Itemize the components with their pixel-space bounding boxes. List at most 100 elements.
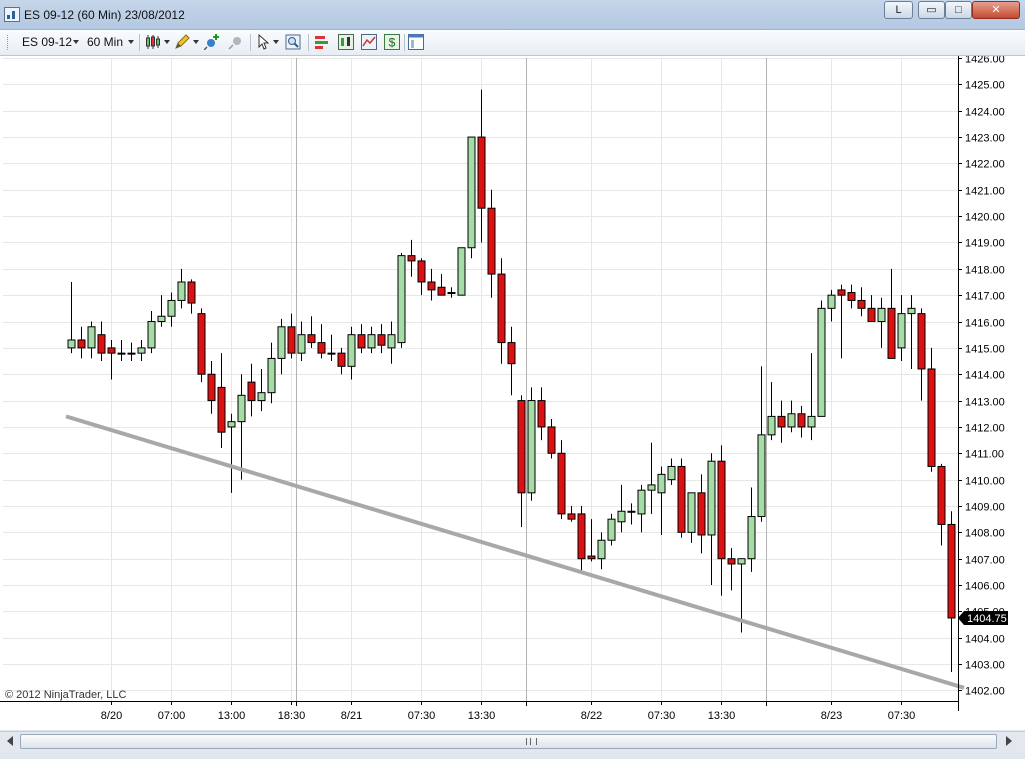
candle-body (387, 334, 396, 349)
close-button[interactable]: ✕ (972, 1, 1020, 19)
candle-body (557, 452, 566, 515)
y-tick-label: 1417.00 (965, 291, 1005, 303)
candle-body (277, 326, 286, 359)
candle-body (137, 347, 146, 354)
candle-body (307, 334, 316, 344)
candle-body (347, 334, 356, 367)
candle-body (317, 342, 326, 354)
candle-body (597, 539, 606, 560)
candle-body (217, 386, 226, 433)
chevron-down-icon[interactable] (164, 40, 170, 44)
candle-body (797, 413, 806, 428)
candle-body (777, 415, 786, 428)
y-tick-label: 1406.00 (965, 581, 1005, 593)
x-tick-label: 07:00 (158, 710, 186, 722)
scroll-right-arrow-icon[interactable] (1006, 736, 1012, 746)
candle-body (887, 307, 896, 359)
zoom-icon[interactable] (285, 34, 301, 50)
time-axis: 8/20 07:00 13:00 18:30 8/21 07:30 13:30 8/22 07:… (0, 701, 958, 722)
toolbar-separator (308, 34, 309, 51)
properties-icon[interactable] (408, 34, 424, 50)
y-tick-label: 1419.00 (965, 238, 1005, 250)
minimize-button[interactable]: ▭ (918, 1, 945, 19)
candle-body (847, 292, 856, 301)
cursor-icon[interactable] (256, 34, 272, 50)
x-tick-label: 07:30 (408, 710, 436, 722)
candlestick-icon[interactable] (145, 34, 161, 50)
strategy-icon[interactable] (314, 34, 330, 50)
horizontal-scrollbar[interactable] (0, 731, 1025, 752)
chart-toolbar: ES 09-12 60 Min $ (0, 30, 1025, 56)
maximize-button[interactable]: □ (945, 1, 972, 19)
candle-body (357, 334, 366, 349)
candle-body (367, 334, 376, 349)
trend-line (65, 414, 965, 690)
chevron-down-icon[interactable] (273, 40, 279, 44)
x-tick-label: 13:00 (218, 710, 246, 722)
pin-icon[interactable] (228, 34, 244, 50)
candle-body (687, 492, 696, 533)
pin-plus-icon[interactable] (204, 34, 220, 50)
candle-body (467, 136, 476, 249)
candle-body (587, 555, 596, 560)
candle-body (297, 334, 306, 354)
scrollbar-grip-icon (526, 738, 537, 745)
chevron-down-icon[interactable] (128, 40, 134, 44)
y-tick-label: 1418.00 (965, 265, 1005, 277)
candle-body (627, 510, 636, 513)
x-tick-label: 8/20 (101, 710, 122, 722)
candle-body (877, 307, 886, 323)
candle-body (867, 307, 876, 323)
copyright-label: © 2012 NinjaTrader, LLC (5, 689, 127, 701)
candle-body (897, 313, 906, 349)
candle-body (757, 434, 766, 518)
y-tick-label: 1403.00 (965, 660, 1005, 672)
toolbar-separator (139, 34, 140, 51)
indicator-icon[interactable] (361, 34, 377, 50)
y-tick-label: 1410.00 (965, 476, 1005, 488)
chevron-down-icon[interactable] (193, 40, 199, 44)
instrument-selector[interactable]: ES 09-12 (22, 35, 72, 49)
toolbar-separator (404, 34, 405, 51)
candles (67, 89, 956, 673)
scroll-left-arrow-icon[interactable] (7, 736, 13, 746)
candle-body (737, 558, 746, 565)
candle-body (207, 373, 216, 402)
chart-app-icon (4, 7, 20, 22)
candle-body (747, 516, 756, 560)
candle-body (447, 292, 456, 295)
candle-body (97, 334, 106, 354)
dollar-icon[interactable]: $ (384, 34, 400, 50)
candle-body (607, 518, 616, 541)
candle-body (547, 426, 556, 454)
candle-body (647, 484, 656, 491)
candle-body (617, 510, 626, 523)
x-tick-label: 13:30 (468, 710, 496, 722)
y-tick-label: 1423.00 (965, 133, 1005, 145)
chart-panel[interactable]: 1426.00 1425.00 1424.00 1423.00 1422.00 1421.… (0, 54, 1025, 730)
window-bottom-border (0, 752, 1025, 759)
candle-body (657, 473, 666, 494)
candle-body (717, 460, 726, 560)
candle-body (177, 281, 186, 301)
candle-body (247, 381, 256, 402)
interval-selector[interactable]: 60 Min (87, 35, 123, 49)
scrollbar-thumb[interactable] (20, 734, 997, 749)
title-bar: ES 09-12 (60 Min) 23/08/2012 L ▭ □ ✕ (0, 0, 1025, 30)
toolbar-grip[interactable] (7, 35, 11, 50)
data-series-icon[interactable] (338, 34, 354, 50)
last-price-label: 1404.75 (967, 613, 1007, 625)
candle-body (227, 421, 236, 428)
pencil-icon[interactable] (174, 34, 190, 50)
price-axis: 1426.00 1425.00 1424.00 1423.00 1422.00 1421.… (958, 54, 1008, 711)
candle-body (257, 392, 266, 402)
y-tick-label: 1416.00 (965, 318, 1005, 330)
candle-body (197, 313, 206, 375)
chevron-down-icon[interactable] (73, 40, 79, 44)
link-button[interactable]: L (884, 1, 913, 19)
y-tick-label: 1424.00 (965, 107, 1005, 119)
candle-body (497, 273, 506, 344)
candle-body (577, 513, 586, 560)
candle-body (407, 255, 416, 262)
price-chart[interactable]: 1426.00 1425.00 1424.00 1423.00 1422.00 1421.… (0, 54, 1025, 730)
